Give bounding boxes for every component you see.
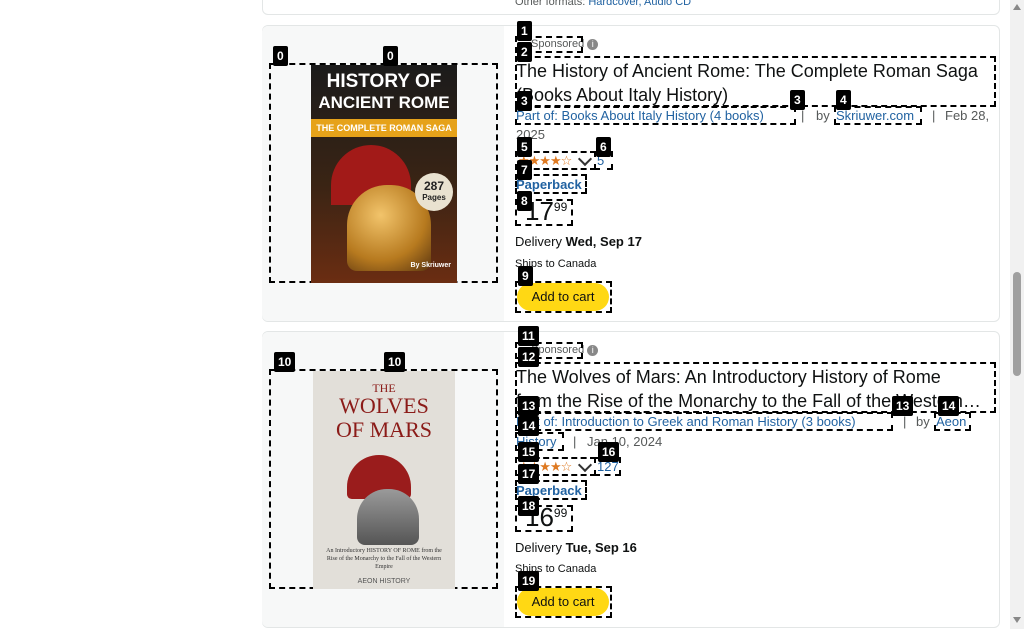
book-cover-2: THE WOLVES OF MARS An Introductory HISTO… (313, 371, 455, 589)
scrollbar-thumb[interactable] (1013, 272, 1021, 376)
title-line-2b: from the Rise of the Monarchy to the Fal… (516, 391, 981, 411)
cover-title-2c: OF MARS (336, 417, 432, 442)
scroll-down-icon[interactable] (1013, 617, 1021, 623)
sep-1b: | (932, 108, 936, 123)
delivery-2: Delivery Tue, Sep 16 (515, 540, 637, 555)
marker-tag: 13 (518, 396, 540, 416)
badge-number-1: 287 (423, 179, 445, 193)
marker-tag: 3 (790, 90, 805, 110)
cover-band-1: THE COMPLETE ROMAN SAGA (311, 119, 457, 137)
marker-tag: 0 (273, 46, 288, 66)
marker-tag: 19 (518, 571, 540, 591)
cover-author-1: By Skriuwer (410, 262, 451, 269)
marker-tag: 16 (598, 442, 620, 462)
marker-tag: 11 (518, 326, 539, 346)
marker-tag: 6 (596, 137, 611, 157)
title-line-2a: The Wolves of Mars: An Introductory Hist… (516, 367, 941, 387)
marker-tag: 13 (892, 396, 914, 416)
marker-tag: 8 (517, 191, 532, 211)
by-label-1: by (816, 108, 830, 123)
cover-title-1b: ANCIENT ROME (318, 93, 450, 112)
marker-tag: 5 (517, 137, 532, 157)
marker-tag: 10 (384, 352, 406, 372)
product-image-link-2[interactable]: THE WOLVES OF MARS An Introductory HISTO… (269, 369, 498, 589)
cover-title-1a: HISTORY OF (326, 71, 442, 92)
sep-2b: | (573, 434, 577, 449)
series-box-1 (515, 106, 796, 125)
title-line-1b: (Books About Italy History) (516, 85, 729, 105)
marker-tag: 1 (517, 21, 532, 41)
marker-tag: 15 (518, 442, 540, 462)
marker-tag: 3 (517, 91, 532, 111)
title-line-1a: The History of Ancient Rome: The Complet… (516, 61, 978, 81)
series-box-2 (515, 412, 893, 431)
product-title-1: The History of Ancient Rome: The Complet… (516, 59, 994, 107)
marker-tag: 2 (517, 42, 532, 62)
other-formats: Other formats: Hardcover, Audio CD (515, 0, 691, 8)
marker-tag: 12 (518, 347, 540, 367)
marker-tag: 10 (274, 352, 296, 372)
info-icon-2[interactable]: i (587, 344, 599, 356)
cover-title-2b: WOLVES (339, 393, 429, 418)
marker-tag: 7 (517, 160, 532, 180)
marker-tag: 18 (518, 496, 540, 516)
marker-tag: 14 (938, 396, 960, 416)
sep-2a: | (903, 414, 907, 429)
sep-1a: | (801, 108, 805, 123)
marker-tag: 4 (836, 90, 851, 110)
info-icon-1[interactable]: i (587, 38, 599, 50)
delivery-1: Delivery Wed, Sep 17 (515, 234, 642, 249)
by-label-2: by (916, 414, 930, 429)
helmet-2 (357, 489, 419, 545)
marker-tag: 0 (383, 46, 398, 66)
marker-tag: 14 (518, 416, 540, 436)
badge-label-1: Pages (422, 193, 446, 202)
cover-subtitle-2: An Introductory HISTORY OF ROME from the… (326, 548, 442, 570)
page-badge-1: 287 Pages (415, 173, 453, 211)
release-date-1: Feb 28, (945, 108, 990, 123)
marker-tag: 9 (518, 266, 533, 286)
scroll-up-icon[interactable] (1013, 4, 1021, 10)
other-formats-link[interactable]: Hardcover, Audio CD (588, 0, 691, 8)
marker-tag: 17 (518, 464, 540, 484)
cover-author-2: AEON HISTORY (357, 578, 411, 585)
product-title-2: The Wolves of Mars: An Introductory Hist… (516, 365, 994, 413)
book-cover-1: HISTORY OF ANCIENT ROME THE COMPLETE ROM… (311, 65, 457, 283)
other-formats-label: Other formats: (515, 0, 586, 8)
product-image-link-1[interactable]: HISTORY OF ANCIENT ROME THE COMPLETE ROM… (269, 63, 498, 283)
